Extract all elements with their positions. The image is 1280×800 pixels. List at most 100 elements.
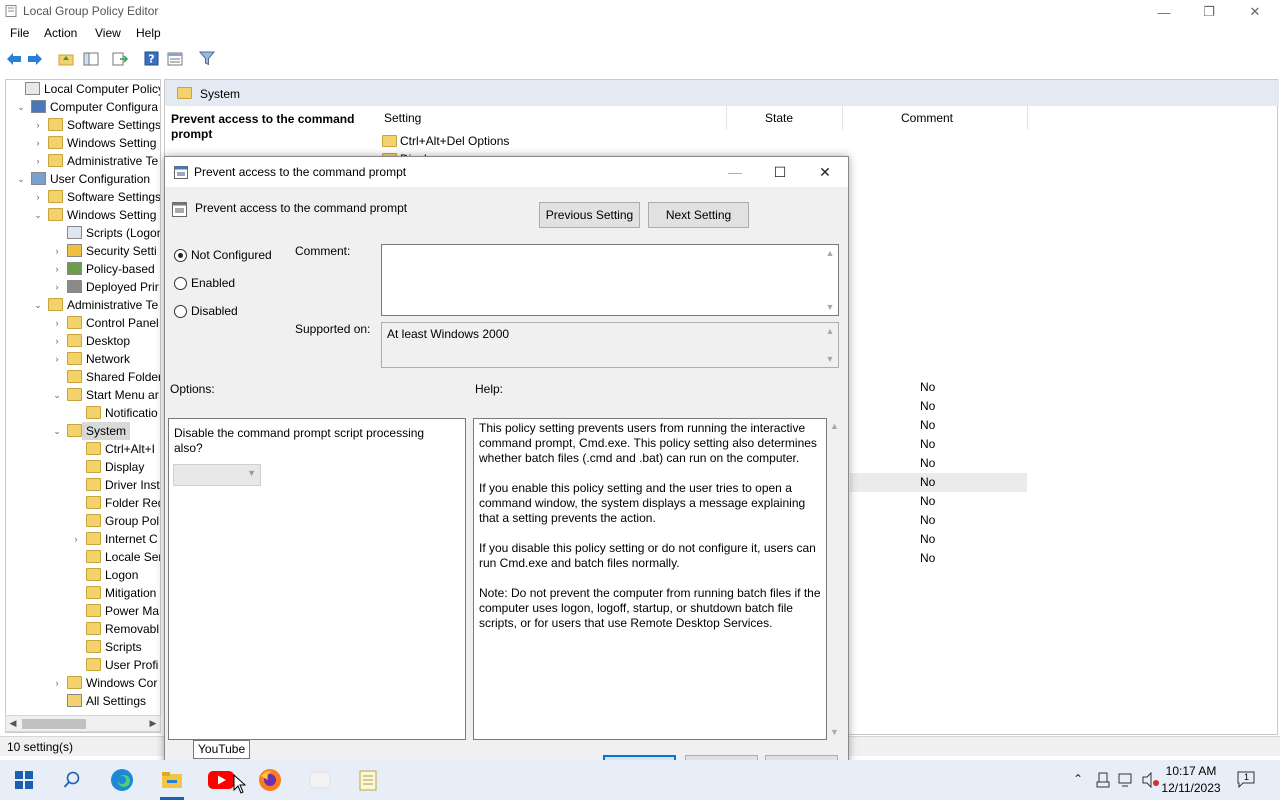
export-list-icon[interactable] xyxy=(111,50,128,67)
menu-help[interactable]: Help xyxy=(136,26,161,40)
scroll-up-icon[interactable]: ▲ xyxy=(830,421,839,431)
expand-chevron-icon[interactable]: › xyxy=(52,278,62,296)
comment-cell: No xyxy=(920,494,936,508)
scroll-left-icon[interactable]: ◀ xyxy=(6,716,20,731)
expand-chevron-icon[interactable]: › xyxy=(52,260,62,278)
tree-item-label: Local Computer Policy xyxy=(44,82,161,96)
column-header-comment[interactable]: Comment xyxy=(901,111,953,125)
back-arrow-icon[interactable] xyxy=(5,50,22,67)
option-dropdown[interactable]: ▼ xyxy=(173,464,261,486)
menu-view[interactable]: View xyxy=(95,26,121,40)
tree-item-label: Computer Configura xyxy=(50,100,159,114)
tree-horizontal-scrollbar[interactable]: ◀ ▶ xyxy=(5,715,161,732)
tree-item-label: Windows Cor xyxy=(86,676,158,690)
column-header-setting[interactable]: Setting xyxy=(384,111,421,125)
security-icon xyxy=(67,244,82,257)
scroll-down-icon[interactable]: ▼ xyxy=(823,354,837,364)
tree-item-label: Start Menu ar xyxy=(86,388,159,402)
volume-muted-icon[interactable] xyxy=(1142,772,1160,788)
folder-icon xyxy=(48,190,63,203)
help-icon[interactable]: ? xyxy=(143,50,160,67)
network-icon[interactable] xyxy=(1118,772,1134,788)
supported-on-value: At least Windows 2000 xyxy=(387,327,510,341)
radio-button[interactable] xyxy=(174,277,187,290)
previous-setting-button[interactable]: Previous Setting xyxy=(539,202,640,228)
column-divider[interactable] xyxy=(842,106,843,130)
tree-item-label: Shared Folder xyxy=(86,370,161,384)
minimize-button[interactable]: — xyxy=(1141,0,1187,24)
dialog-maximize-button[interactable]: ☐ xyxy=(757,157,803,187)
collapse-chevron-icon[interactable]: ⌄ xyxy=(52,422,62,440)
comment-cell: No xyxy=(920,437,936,451)
radio-button[interactable] xyxy=(174,249,187,262)
menu-file[interactable]: File xyxy=(10,26,29,40)
tree-item-label: Desktop xyxy=(86,334,131,348)
search-icon[interactable] xyxy=(48,760,96,800)
expand-chevron-icon[interactable]: › xyxy=(52,350,62,368)
collapse-chevron-icon[interactable]: ⌄ xyxy=(33,206,43,224)
up-folder-icon[interactable] xyxy=(57,50,74,67)
expand-chevron-icon[interactable]: › xyxy=(52,314,62,332)
expand-chevron-icon[interactable]: › xyxy=(33,152,43,170)
next-setting-button[interactable]: Next Setting xyxy=(648,202,749,228)
scroll-right-icon[interactable]: ▶ xyxy=(146,716,160,731)
close-button[interactable]: ✕ xyxy=(1232,0,1278,24)
app-icon[interactable] xyxy=(296,760,344,800)
column-header-state[interactable]: State xyxy=(765,111,793,125)
edge-icon[interactable] xyxy=(98,760,146,800)
show-hide-tree-icon[interactable] xyxy=(82,50,99,67)
notification-center-icon[interactable]: 1 xyxy=(1237,770,1257,790)
folder-icon xyxy=(86,460,101,473)
expand-chevron-icon[interactable]: › xyxy=(52,332,62,350)
expand-chevron-icon[interactable]: › xyxy=(33,134,43,152)
chevron-up-icon[interactable]: ⌃ xyxy=(1073,772,1083,786)
radio-button[interactable] xyxy=(174,305,187,318)
column-divider[interactable] xyxy=(1027,106,1028,130)
expand-chevron-icon[interactable]: › xyxy=(33,116,43,134)
radio-label: Enabled xyxy=(191,276,236,290)
expand-chevron-icon[interactable]: › xyxy=(52,242,62,260)
collapse-chevron-icon[interactable]: ⌄ xyxy=(16,170,26,188)
notepad-icon[interactable] xyxy=(344,760,392,800)
expand-chevron-icon[interactable]: › xyxy=(52,674,62,692)
script-icon xyxy=(67,226,82,239)
column-divider[interactable] xyxy=(726,106,727,130)
properties-icon[interactable] xyxy=(166,50,183,67)
svg-text:?: ? xyxy=(148,53,154,66)
menu-action[interactable]: Action xyxy=(44,26,77,40)
collapse-chevron-icon[interactable]: ⌄ xyxy=(52,386,62,404)
scroll-down-icon[interactable]: ▼ xyxy=(823,302,837,312)
system-clock[interactable]: 10:17 AM 12/11/2023 xyxy=(1160,763,1222,797)
expand-chevron-icon[interactable]: › xyxy=(33,188,43,206)
expand-chevron-icon[interactable]: › xyxy=(71,530,81,548)
dialog-close-button[interactable]: ✕ xyxy=(802,157,848,187)
policy-setting-icon xyxy=(174,166,188,179)
tree-item-label: Ctrl+Alt+I xyxy=(105,442,156,456)
comment-cell: No xyxy=(920,418,936,432)
usb-device-icon[interactable] xyxy=(1096,772,1110,788)
tree-item-label: Control Panel xyxy=(86,316,159,330)
collapse-chevron-icon[interactable]: ⌄ xyxy=(16,98,26,116)
forward-arrow-icon[interactable] xyxy=(26,50,43,67)
collapse-chevron-icon[interactable]: ⌄ xyxy=(33,296,43,314)
folder-icon xyxy=(86,532,101,545)
scroll-thumb[interactable] xyxy=(22,719,86,729)
scroll-up-icon[interactable]: ▲ xyxy=(823,248,837,258)
file-explorer-icon[interactable] xyxy=(148,760,196,800)
window-title: Local Group Policy Editor xyxy=(23,4,159,18)
filter-icon[interactable] xyxy=(198,50,215,67)
scroll-down-icon[interactable]: ▼ xyxy=(830,727,839,737)
firefox-icon[interactable] xyxy=(246,760,294,800)
restore-button[interactable]: ❐ xyxy=(1186,0,1232,24)
supported-on-field: At least Windows 2000 ▲ ▼ xyxy=(381,322,839,368)
tree-item-label: Software Settings xyxy=(67,118,161,132)
console-tree[interactable]: Local Computer Policy ⌄ Computer Configura… xyxy=(5,79,161,733)
clock-time: 10:17 AM xyxy=(1165,764,1217,778)
scroll-up-icon[interactable]: ▲ xyxy=(823,326,837,336)
dialog-minimize-button[interactable]: — xyxy=(712,157,758,187)
windows-start-icon[interactable] xyxy=(0,760,48,800)
comment-textarea[interactable]: ▲ ▼ xyxy=(381,244,839,316)
